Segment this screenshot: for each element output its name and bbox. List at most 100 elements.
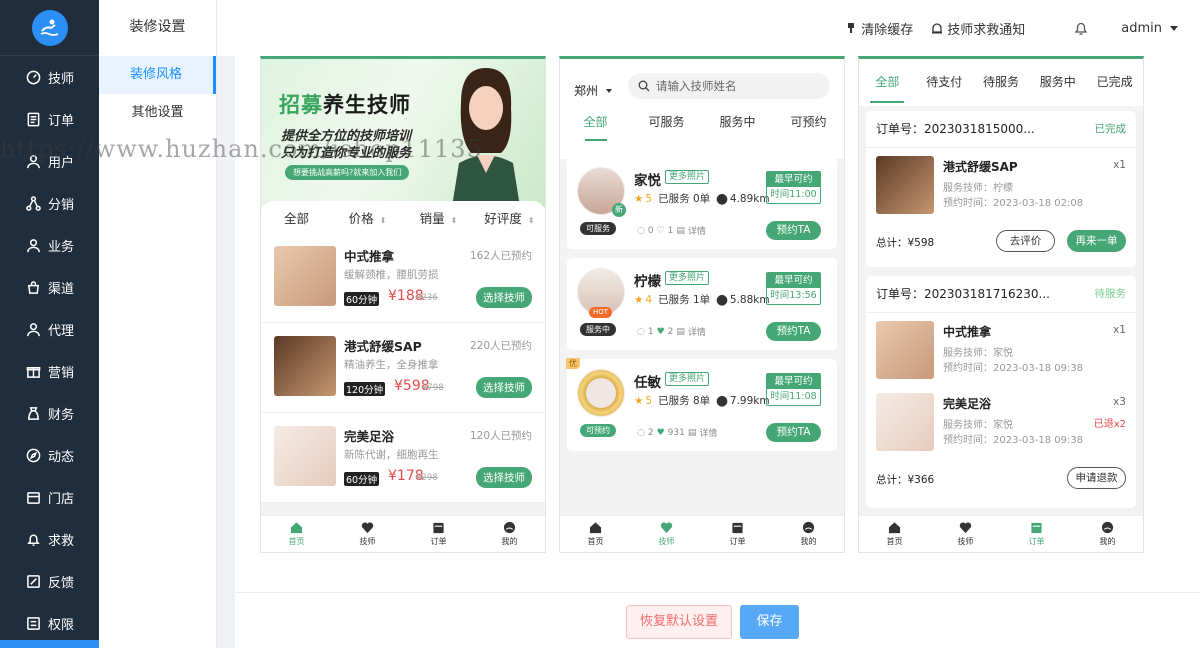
- action-footer: 恢复默认设置 保存: [235, 592, 1200, 648]
- recruit-banner[interactable]: 招募养生技师 提供全方位的技师培训 只为打造你专业的服务 想要挑战高薪吗?就来加…: [261, 59, 545, 207]
- subnav-item-style[interactable]: 装修风格: [99, 56, 216, 94]
- sort-bar: 全部 价格 ⬍ 销量 ⬍ 好评度 ⬍: [261, 201, 545, 233]
- banner-pill: 想要挑战高薪吗?就来加入我们: [285, 165, 410, 180]
- order-status: 待服务: [1094, 288, 1127, 300]
- order-item-time: 预约时间：2023-03-18 09:38: [943, 435, 1084, 446]
- list-icon: [27, 616, 40, 630]
- sort-all[interactable]: 全部: [261, 208, 332, 227]
- tab-unpaid[interactable]: 待支付: [916, 59, 973, 106]
- bell-icon[interactable]: [1073, 20, 1089, 36]
- reset-defaults-button[interactable]: 恢复默认设置: [626, 605, 732, 639]
- tab-mine[interactable]: 我的: [773, 516, 844, 552]
- clear-cache-button[interactable]: 清除缓存: [845, 19, 913, 38]
- tab-tech[interactable]: 技师: [930, 516, 1001, 552]
- calendar-icon: [433, 522, 444, 534]
- more-photos-link[interactable]: 更多照片: [665, 372, 710, 386]
- tab-orders[interactable]: 订单: [702, 516, 773, 552]
- sidebar-item-store[interactable]: 门店: [0, 476, 99, 518]
- bag-icon: [27, 280, 40, 294]
- tab-home[interactable]: 首页: [261, 516, 332, 552]
- sidebar-item-feed[interactable]: 动态: [0, 434, 99, 476]
- tab-in-service[interactable]: 服务中: [1029, 59, 1086, 106]
- order-item-thumbnail: [876, 156, 934, 214]
- save-button[interactable]: 保存: [740, 605, 799, 639]
- tech-stats: ★ 5 已服务 0单 ⬤ 4.89km: [634, 192, 770, 206]
- order-item-thumbnail: [876, 321, 934, 379]
- sidebar-item-agent[interactable]: 代理: [0, 308, 99, 350]
- tab-all[interactable]: 全部: [859, 59, 916, 106]
- more-photos-link[interactable]: 更多照片: [665, 271, 710, 285]
- order-card[interactable]: 订单号：2023031815000... 已完成 港式舒缓SAP x1 服务技师：…: [866, 111, 1136, 267]
- service-thumbnail: [274, 426, 336, 486]
- sort-price[interactable]: 价格 ⬍: [332, 208, 403, 227]
- choose-tech-button[interactable]: 选择技师: [476, 287, 532, 308]
- tech-card[interactable]: HOT 服务中 柠檬 更多照片 ★ 4 已服务 1单 ⬤ 5.88km ◌ 1 ♥ 2 ▤ 详情 …: [567, 258, 837, 350]
- book-button[interactable]: 预约TA: [766, 221, 821, 240]
- order-footer: 总计：¥366 申请退款: [866, 462, 1136, 496]
- service-item[interactable]: 完美足浴 120人已预约 新陈代谢，细胞再生 60分钟 ¥178 ¥298 选择…: [261, 413, 545, 503]
- review-button[interactable]: 去评价: [996, 230, 1055, 252]
- service-old-price: ¥236: [416, 293, 438, 303]
- tab-bookable[interactable]: 可预约: [773, 109, 844, 135]
- sidebar-item-sos[interactable]: 求救: [0, 518, 99, 560]
- order-item-refund: 已退x2: [1093, 419, 1126, 430]
- order-item-name: 中式推拿: [943, 325, 992, 339]
- order-card[interactable]: 订单号：2023031817162​30... 待服务 中式推拿 x1 服务技师：…: [866, 276, 1136, 508]
- tech-name: 家悦: [634, 173, 661, 189]
- tab-home[interactable]: 首页: [560, 516, 631, 552]
- choose-tech-button[interactable]: 选择技师: [476, 377, 532, 398]
- sidebar-item-users[interactable]: 用户: [0, 140, 99, 182]
- order-total: 总计：¥366: [876, 474, 935, 486]
- tab-pending[interactable]: 待服务: [973, 59, 1030, 106]
- clear-cache-label: 清除缓存: [861, 22, 914, 38]
- tab-available[interactable]: 可服务: [631, 109, 702, 135]
- book-button[interactable]: 预约TA: [766, 423, 821, 442]
- broom-icon: [848, 23, 855, 33]
- refund-button[interactable]: 申请退款: [1067, 467, 1126, 489]
- sidebar-item-tech[interactable]: 技师: [0, 56, 99, 98]
- tech-search-input[interactable]: 请输入技师姓名: [628, 73, 830, 99]
- tab-tech[interactable]: 技师: [332, 516, 403, 552]
- more-photos-link[interactable]: 更多照片: [665, 170, 710, 184]
- tab-done[interactable]: 已完成: [1086, 59, 1143, 106]
- subnav-item-other[interactable]: 其他设置: [99, 94, 216, 132]
- sos-notice-button[interactable]: 技师求救通知: [931, 19, 1025, 38]
- sidebar-item-permission[interactable]: 权限: [0, 602, 99, 644]
- sidebar-item-business[interactable]: 业务: [0, 224, 99, 266]
- book-button[interactable]: 预约TA: [766, 322, 821, 341]
- star-icon: ★: [634, 293, 644, 306]
- sidebar-item-finance[interactable]: 财务: [0, 392, 99, 434]
- avatar-new-badge: 新: [612, 203, 626, 217]
- sidebar-item-distribution[interactable]: 分销: [0, 182, 99, 224]
- service-item[interactable]: 中式推拿 162人已预约 缓解颈椎，腰肌劳损 60分钟 ¥188 ¥236 选择…: [261, 233, 545, 323]
- choose-tech-button[interactable]: 选择技师: [476, 467, 532, 488]
- order-header: 订单号：2023031815000... 已完成: [866, 111, 1136, 148]
- tab-mine[interactable]: 我的: [1072, 516, 1143, 552]
- tab-orders[interactable]: 订单: [1001, 516, 1072, 552]
- tab-all[interactable]: 全部: [560, 109, 631, 141]
- sidebar-item-feedback[interactable]: 反馈: [0, 560, 99, 602]
- tab-home[interactable]: 首页: [859, 516, 930, 552]
- city-selector[interactable]: 郑州: [574, 82, 613, 99]
- service-item[interactable]: 港式舒缓SAP 220人已预约 精油养生，全身推拿 120分钟 ¥598 ¥79…: [261, 323, 545, 413]
- tech-card[interactable]: 新 可服务 家悦 更多照片 ★ 5 已服务 0单 ⬤ 4.89km ◌ 0 ♡ 1 ▤ 详情 最早…: [567, 157, 837, 249]
- reorder-button[interactable]: 再来一单: [1067, 230, 1126, 252]
- sidebar-item-channel[interactable]: 渠道: [0, 266, 99, 308]
- sidebar-item-orders[interactable]: 订单: [0, 98, 99, 140]
- heart-icon: ♥: [656, 326, 665, 337]
- tech-social: ◌ 1 ♥ 2 ▤ 详情: [637, 326, 706, 339]
- tab-serving[interactable]: 服务中: [702, 109, 773, 135]
- user-menu[interactable]: admin: [1121, 21, 1178, 36]
- sort-rating[interactable]: 好评度 ⬍: [474, 208, 545, 227]
- tab-orders[interactable]: 订单: [403, 516, 474, 552]
- sort-sales[interactable]: 销量 ⬍: [403, 208, 474, 227]
- sidebar-item-label: 动态: [48, 449, 75, 465]
- heart-icon: ♥: [656, 427, 665, 438]
- user-icon: [1101, 521, 1114, 534]
- sidebar-item-marketing[interactable]: 营销: [0, 350, 99, 392]
- bottom-tabbar: 首页 技师 订单 我的: [261, 515, 545, 552]
- tab-tech[interactable]: 技师: [631, 516, 702, 552]
- tech-card[interactable]: 优 可预约 任敏 更多照片 ★ 5 已服务 8单 ⬤ 7.99km ◌ 2 ♥ 931 ▤ 详情 …: [566, 358, 837, 451]
- comment-icon: ◌: [637, 326, 645, 337]
- tab-mine[interactable]: 我的: [474, 516, 545, 552]
